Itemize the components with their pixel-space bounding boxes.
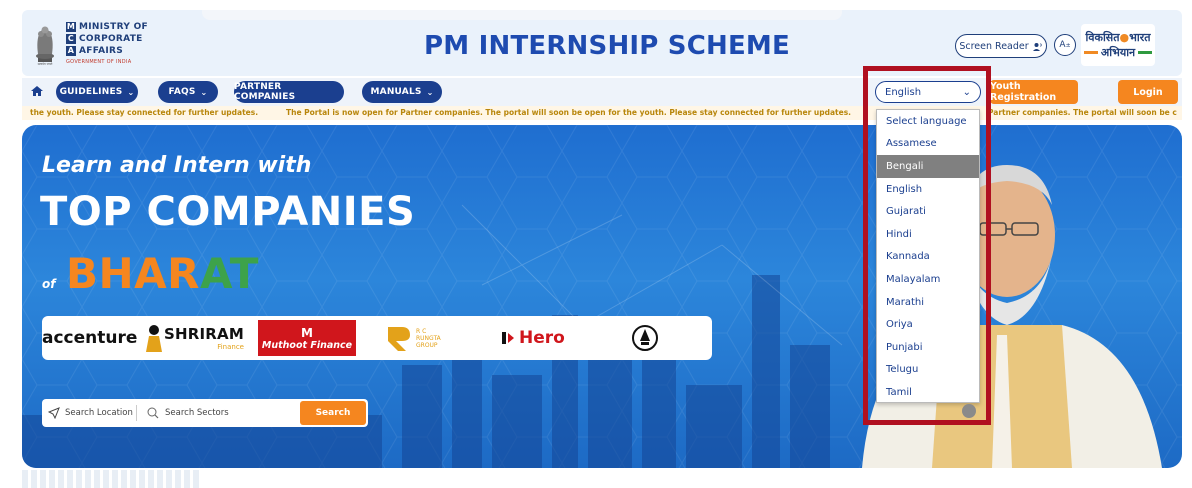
header-top-bar [202,10,842,20]
search-divider [136,405,137,421]
ministry-line-1: MINISTRY OF [79,22,148,32]
language-option-hindi[interactable]: Hindi [877,223,979,246]
chevron-down-icon: ⌄ [426,87,434,97]
language-option-kannada[interactable]: Kannada [877,246,979,269]
language-option-malayalam[interactable]: Malayalam [877,268,979,291]
state-emblem-icon: सत्यमेव जयते [36,26,54,66]
ministry-line-3: AFFAIRS [79,46,124,56]
viksit-bharat-logo: विकसित●भारत अभियान [1081,24,1155,66]
partner-logos-strip: accenture SHRIRAM Finance M Muthoot Fina… [42,316,712,360]
speaker-user-icon [1032,42,1042,51]
language-option-marathi[interactable]: Marathi [877,291,979,314]
search-button[interactable]: Search [300,401,366,425]
hero-of-label: of [42,277,56,291]
pm-internship-page: सत्यमेव जयते M MINISTRY OF C CORPORATE A AF… [0,0,1192,488]
screen-reader-button[interactable]: Screen Reader [955,34,1047,58]
language-option-gujarati[interactable]: Gujarati [877,200,979,223]
government-of-india-label: GOVERNMENT OF INDIA [66,59,132,65]
nav-partner-companies[interactable]: PARTNER COMPANIES [234,81,344,103]
hero-tagline: Learn and Intern with [42,153,312,178]
accessibility-text-size-button[interactable]: A ± [1054,34,1076,56]
muthoot-finance-logo: M Muthoot Finance [258,320,356,356]
site-header: सत्यमेव जयते M MINISTRY OF C CORPORATE A AF… [22,10,1182,76]
language-option-telugu[interactable]: Telugu [877,359,979,382]
announcement-ticker: the youth. Please stay connected for fur… [22,106,1182,120]
hero-mark-icon [502,332,514,344]
accenture-logo: accenture [42,328,138,348]
language-dropdown: Select language Assamese Bengali English… [876,109,980,403]
ticker-segment: Partner companies. The portal will soon … [988,108,1177,117]
bottom-decoration [22,470,202,488]
hero-headline: TOP COMPANIES [40,189,416,235]
shriram-mascot-icon [146,325,162,352]
search-location-field[interactable]: Search Location [48,399,133,427]
search-bar: Search Location Search Sectors Search [42,399,368,427]
home-icon[interactable] [30,84,44,98]
search-sectors-field[interactable]: Search Sectors [146,399,229,427]
svg-text:सत्यमेव जयते: सत्यमेव जयते [38,62,53,66]
scroll-handle[interactable] [962,404,976,418]
language-option-oriya[interactable]: Oriya [877,313,979,336]
login-button[interactable]: Login [1118,80,1178,104]
rc-rungta-group-logo: R C RUNGTA GROUP [384,316,441,360]
location-arrow-icon [48,407,60,419]
coal-india-logo [630,316,660,360]
language-option-punjabi[interactable]: Punjabi [877,336,979,359]
sector-search-icon [147,407,159,419]
nav-guidelines[interactable]: GUIDELINES ⌄ [56,81,138,103]
hero-bharat-label: BHARAT [66,249,259,298]
nav-manuals[interactable]: MANUALS ⌄ [362,81,442,103]
rc-mark-icon [388,327,410,351]
coal-india-emblem-icon [632,325,658,351]
language-option-assamese[interactable]: Assamese [877,133,979,156]
ministry-line-2: CORPORATE [79,34,143,44]
chevron-down-icon: ⌄ [127,87,135,97]
youth-registration-button[interactable]: Youth Registration [990,80,1078,104]
language-option-select[interactable]: Select language [877,110,979,133]
chevron-down-icon: ⌄ [200,87,208,97]
shriram-finance-logo: SHRIRAM Finance [144,316,244,360]
language-option-bengali[interactable]: Bengali [877,155,979,178]
ticker-segment: the youth. Please stay connected for fur… [30,108,259,117]
page-title: PM INTERNSHIP SCHEME [424,31,790,61]
language-option-english[interactable]: English [877,178,979,201]
ministry-logo: M MINISTRY OF C CORPORATE A AFFAIRS GOVERNM… [66,21,186,65]
hero-banner: Learn and Intern with TOP COMPANIES of B… [22,125,1182,468]
hero-logo: Hero [500,316,565,360]
ticker-segment: The Portal is now open for Partner compa… [286,108,852,117]
language-option-tamil[interactable]: Tamil [877,381,979,404]
nav-faqs[interactable]: FAQS ⌄ [158,81,218,103]
